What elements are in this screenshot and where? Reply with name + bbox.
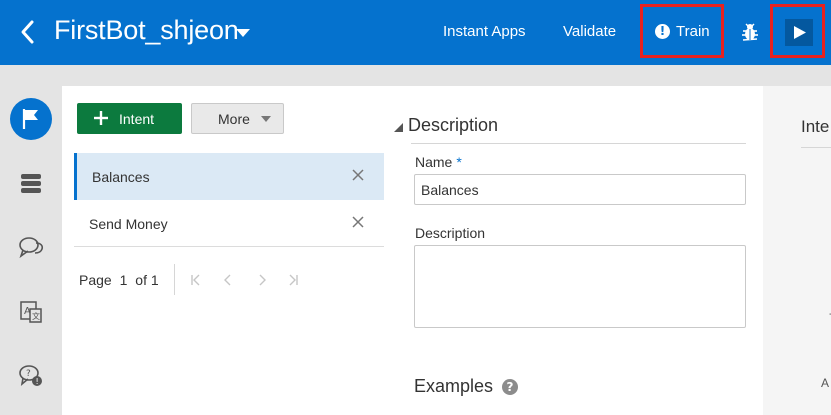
intent-name: Send Money xyxy=(89,216,168,232)
intent-name-input[interactable] xyxy=(414,174,746,205)
more-menu-button[interactable]: More xyxy=(191,103,284,134)
app-header: FirstBot_shjeon Instant Apps Validate ! … xyxy=(0,0,831,65)
pager-divider xyxy=(174,264,175,295)
intent-description-textarea[interactable] xyxy=(414,245,746,328)
add-intent-label: Intent xyxy=(119,111,155,127)
database-icon xyxy=(21,174,41,193)
remove-x-icon[interactable] xyxy=(352,216,364,228)
bug-icon xyxy=(742,23,758,41)
last-page-icon[interactable] xyxy=(286,273,300,287)
intent-list-item[interactable]: Balances xyxy=(74,153,384,200)
page-total: of 1 xyxy=(135,272,159,288)
description-field-label: Description xyxy=(415,225,486,241)
examples-title: Examples xyxy=(414,376,494,396)
page-current: 1 xyxy=(119,272,128,288)
remove-x-icon[interactable] xyxy=(352,169,364,181)
rail-resource-bundles[interactable]: A 文 xyxy=(10,291,52,333)
debug-bug-button[interactable] xyxy=(740,22,760,42)
rail-entities[interactable] xyxy=(10,162,52,204)
intent-name: Balances xyxy=(92,169,150,185)
right-panel-title: Inte xyxy=(801,117,830,136)
intent-editor-panel: Description Name* Description Examples ? xyxy=(387,86,763,415)
first-page-icon[interactable] xyxy=(189,273,203,287)
validate-link[interactable]: Validate xyxy=(563,23,616,40)
next-page-icon[interactable] xyxy=(255,273,269,287)
train-label: Train xyxy=(676,23,710,40)
left-nav-rail: A 文 ? ! xyxy=(0,65,62,415)
svg-text:?: ? xyxy=(26,369,31,379)
bot-menu-caret-icon[interactable] xyxy=(235,25,251,41)
right-panel-fragment: A xyxy=(821,376,830,390)
play-icon xyxy=(794,26,806,39)
svg-text:!: ! xyxy=(36,377,39,386)
section-divider xyxy=(411,143,746,144)
section-title: Description xyxy=(408,115,499,135)
question-chat-icon: ? ! xyxy=(19,365,42,386)
chevron-left-icon xyxy=(21,20,34,44)
intent-list-panel: Intent More Balances Send Money Page 1 o… xyxy=(62,86,387,415)
rail-dialog-flows[interactable] xyxy=(10,226,52,268)
flag-icon xyxy=(22,109,38,129)
svg-text:文: 文 xyxy=(32,311,40,321)
required-marker: * xyxy=(456,154,462,170)
examples-section-header: Examples ? xyxy=(414,376,519,397)
bot-name-title[interactable]: FirstBot_shjeon xyxy=(54,15,239,46)
train-button[interactable]: ! Train xyxy=(640,4,724,58)
right-panel-divider xyxy=(801,147,831,148)
run-tester-button[interactable] xyxy=(785,19,813,46)
collapse-triangle-icon xyxy=(394,122,403,132)
caret-down-icon xyxy=(261,116,271,122)
name-field-label: Name * xyxy=(415,154,462,170)
description-section-header[interactable]: Description xyxy=(394,115,498,136)
plus-icon xyxy=(94,111,108,125)
rail-q-and-a[interactable]: ? ! xyxy=(10,355,52,397)
rail-intents[interactable] xyxy=(10,98,52,140)
more-label: More xyxy=(218,111,250,127)
add-intent-button[interactable]: Intent xyxy=(77,103,182,134)
warning-icon: ! xyxy=(655,24,670,39)
chat-bubbles-icon xyxy=(19,237,44,259)
intent-list-item[interactable]: Send Money xyxy=(74,200,384,247)
page-label: Page xyxy=(79,272,112,288)
name-label-text: Name xyxy=(415,154,453,170)
run-highlight-box xyxy=(770,4,825,58)
translate-icon: A 文 xyxy=(20,301,42,323)
intent-tester-panel: Inte - A xyxy=(763,86,831,415)
help-icon[interactable]: ? xyxy=(502,378,519,395)
instant-apps-link[interactable]: Instant Apps xyxy=(443,23,526,40)
back-button[interactable] xyxy=(18,18,38,46)
pagination-status: Page 1 of 1 xyxy=(79,272,163,288)
previous-page-icon[interactable] xyxy=(221,273,235,287)
